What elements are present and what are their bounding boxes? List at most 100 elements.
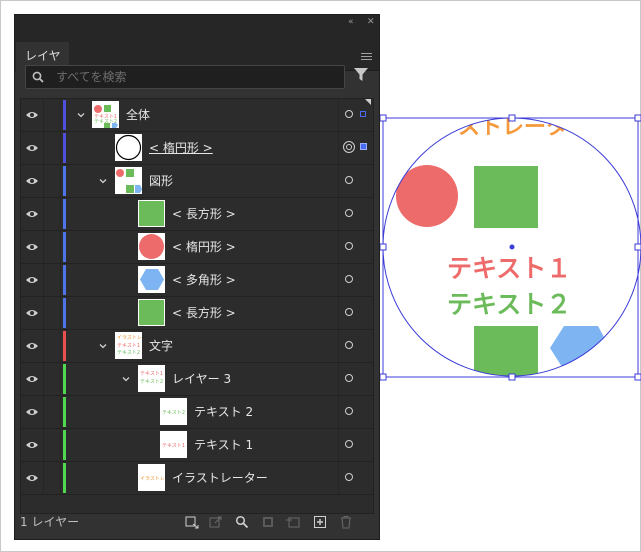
layer-row[interactable]: テキスト2 テキスト 2 <box>21 396 373 429</box>
layer-name[interactable]: テキスト 1 <box>194 429 253 461</box>
selection-corner-icon <box>365 99 371 105</box>
eye-icon[interactable] <box>25 473 39 483</box>
target-icon[interactable] <box>345 209 353 217</box>
selection-handle[interactable] <box>380 243 387 251</box>
panel-menu-icon[interactable] <box>361 53 372 61</box>
target-icon[interactable] <box>345 110 353 118</box>
locate-object-icon[interactable] <box>209 515 223 529</box>
artboard-canvas[interactable]: ストレーター テキスト１ テキスト２ <box>380 110 641 390</box>
lock-column-divider[interactable] <box>60 231 61 263</box>
selection-handle[interactable] <box>634 373 641 381</box>
layer-row[interactable]: < 楕円形 > <box>21 231 373 264</box>
svg-text:テキスト2: テキスト2 <box>162 410 185 416</box>
close-icon[interactable]: ✕ <box>367 16 375 28</box>
svg-text:テキスト2: テキスト2 <box>117 350 140 356</box>
lock-column-divider[interactable] <box>60 99 61 131</box>
eye-icon[interactable] <box>25 209 39 219</box>
layer-row[interactable]: 図形 <box>21 165 373 198</box>
selection-indicator[interactable] <box>360 111 366 117</box>
svg-text:イラストレーター: イラストレーター <box>117 334 142 341</box>
target-icon[interactable] <box>345 407 353 415</box>
layer-row[interactable]: イラストレーターテキスト1テキスト2 文字 <box>21 330 373 363</box>
selection-handle[interactable] <box>508 114 516 122</box>
filter-icon[interactable] <box>354 68 368 82</box>
artboard-blue-polygon[interactable] <box>550 326 610 370</box>
target-icon[interactable] <box>343 141 355 153</box>
eye-icon[interactable] <box>25 176 39 186</box>
lock-column-divider[interactable] <box>60 198 61 230</box>
layer-name[interactable]: 図形 <box>149 165 173 197</box>
clipping-mask-icon[interactable] <box>261 515 275 529</box>
eye-icon[interactable] <box>25 110 39 120</box>
chevron-down-icon[interactable] <box>99 177 107 185</box>
artboard-text-2[interactable]: テキスト２ <box>447 290 571 319</box>
layer-name[interactable]: < 長方形 > <box>172 198 236 230</box>
layer-row[interactable]: < 長方形 > <box>21 297 373 330</box>
target-icon[interactable] <box>345 440 353 448</box>
selection-handle[interactable] <box>508 373 516 381</box>
new-sublayer-icon[interactable] <box>285 515 301 529</box>
layer-thumbnail: イラストレーター <box>138 464 165 491</box>
collapse-icon[interactable]: « <box>348 16 354 28</box>
lock-column-divider[interactable] <box>60 330 61 362</box>
eye-icon[interactable] <box>25 308 39 318</box>
eye-icon[interactable] <box>25 407 39 417</box>
lock-column-divider[interactable] <box>60 297 61 329</box>
layer-name[interactable]: 全体 <box>126 99 150 131</box>
target-icon[interactable] <box>345 242 353 250</box>
layer-name[interactable]: テキスト 2 <box>194 396 253 428</box>
trash-icon[interactable] <box>339 515 353 529</box>
lock-column-divider[interactable] <box>60 462 61 494</box>
lock-column-divider[interactable] <box>60 429 61 461</box>
target-icon[interactable] <box>345 374 353 382</box>
eye-icon[interactable] <box>25 275 39 285</box>
artboard-text-1[interactable]: テキスト１ <box>447 254 571 283</box>
eye-icon[interactable] <box>25 341 39 351</box>
lock-column-divider[interactable] <box>60 165 61 197</box>
layer-name[interactable]: レイヤー 3 <box>172 363 231 395</box>
selection-handle[interactable] <box>634 114 641 122</box>
layer-row[interactable]: テキスト1 テキスト 1 <box>21 429 373 462</box>
target-divider <box>338 132 339 164</box>
artboard-green-rect-bottom[interactable] <box>474 326 538 388</box>
search-icon <box>32 71 44 83</box>
selection-handle[interactable] <box>634 243 641 251</box>
lock-column-divider[interactable] <box>60 132 61 164</box>
layer-name[interactable]: < 長方形 > <box>172 297 236 329</box>
eye-icon[interactable] <box>25 242 39 252</box>
target-icon[interactable] <box>345 176 353 184</box>
artboard-green-rect-top[interactable] <box>474 166 538 228</box>
layer-row[interactable]: テキスト1 テキスト2 全体 <box>21 99 373 132</box>
target-icon[interactable] <box>345 308 353 316</box>
selection-indicator[interactable] <box>360 143 367 150</box>
eye-icon[interactable] <box>25 143 39 153</box>
layer-row[interactable]: < 楕円形 > <box>21 132 373 165</box>
lock-column-divider[interactable] <box>60 264 61 296</box>
chevron-down-icon[interactable] <box>77 111 85 119</box>
search-input[interactable]: すべてを検索 <box>25 65 345 89</box>
eye-icon[interactable] <box>25 440 39 450</box>
locate-search-icon[interactable] <box>235 515 249 529</box>
eye-icon[interactable] <box>25 374 39 384</box>
layer-row[interactable]: イラストレーターイラストレーター <box>21 462 373 495</box>
layer-row[interactable]: テキスト1 テキスト2 レイヤー 3 <box>21 363 373 396</box>
layer-name[interactable]: < 楕円形 > <box>149 132 213 164</box>
target-icon[interactable] <box>345 341 353 349</box>
layer-row[interactable]: < 多角形 > <box>21 264 373 297</box>
selection-handle[interactable] <box>380 114 387 122</box>
visibility-divider <box>43 363 44 395</box>
layer-name[interactable]: < 多角形 > <box>172 264 236 296</box>
chevron-down-icon[interactable] <box>122 375 130 383</box>
layer-name[interactable]: 文字 <box>149 330 173 362</box>
selection-handle[interactable] <box>380 373 387 381</box>
lock-column-divider[interactable] <box>60 396 61 428</box>
target-icon[interactable] <box>345 275 353 283</box>
layer-row[interactable]: < 長方形 > <box>21 198 373 231</box>
target-icon[interactable] <box>345 473 353 481</box>
collect-export-icon[interactable] <box>185 515 199 529</box>
layer-name[interactable]: < 楕円形 > <box>172 231 236 263</box>
chevron-down-icon[interactable] <box>99 342 107 350</box>
layer-name[interactable]: イラストレーター <box>172 462 268 494</box>
lock-column-divider[interactable] <box>60 363 61 395</box>
new-layer-icon[interactable] <box>313 515 327 529</box>
